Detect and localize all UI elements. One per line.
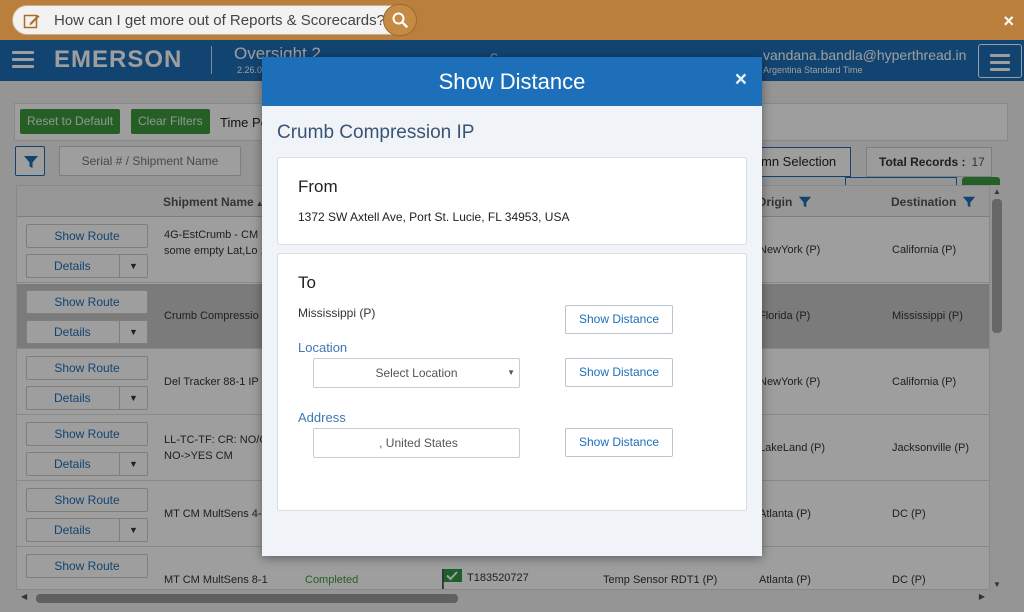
help-bar: How can I get more out of Reports & Scor… — [0, 0, 1024, 40]
address-input[interactable]: , United States — [313, 428, 520, 458]
to-heading: To — [298, 273, 316, 292]
help-search-button[interactable] — [383, 4, 417, 36]
close-icon[interactable]: × — [735, 69, 747, 90]
edit-icon — [23, 14, 40, 29]
show-distance-address-button[interactable]: Show Distance — [565, 428, 673, 457]
show-distance-location-button[interactable]: Show Distance — [565, 358, 673, 387]
destination-value: Mississippi (P) — [298, 306, 376, 320]
help-query-text: How can I get more out of Reports & Scor… — [54, 12, 385, 29]
show-distance-destination-button[interactable]: Show Distance — [565, 305, 673, 334]
dialog-title: Show Distance — [438, 69, 586, 94]
help-search-field[interactable]: How can I get more out of Reports & Scor… — [12, 4, 417, 36]
from-heading: From — [298, 177, 338, 196]
from-card: From 1372 SW Axtell Ave, Port St. Lucie,… — [277, 157, 747, 245]
show-distance-dialog: Show Distance × Crumb Compression IP Fro… — [262, 57, 762, 556]
from-address: 1372 SW Axtell Ave, Port St. Lucie, FL 3… — [298, 210, 570, 224]
location-select[interactable]: Select Location ▼ — [313, 358, 520, 388]
help-close-icon[interactable]: × — [1003, 12, 1014, 30]
address-label: Address — [298, 410, 346, 425]
dialog-header: Show Distance × — [262, 57, 762, 106]
shipment-name: Crumb Compression IP — [277, 122, 475, 143]
dropdown-arrow-icon: ▼ — [507, 368, 515, 377]
location-label: Location — [298, 340, 348, 355]
to-card: To Mississippi (P) Show Distance Locatio… — [277, 253, 747, 511]
search-icon — [392, 12, 408, 28]
